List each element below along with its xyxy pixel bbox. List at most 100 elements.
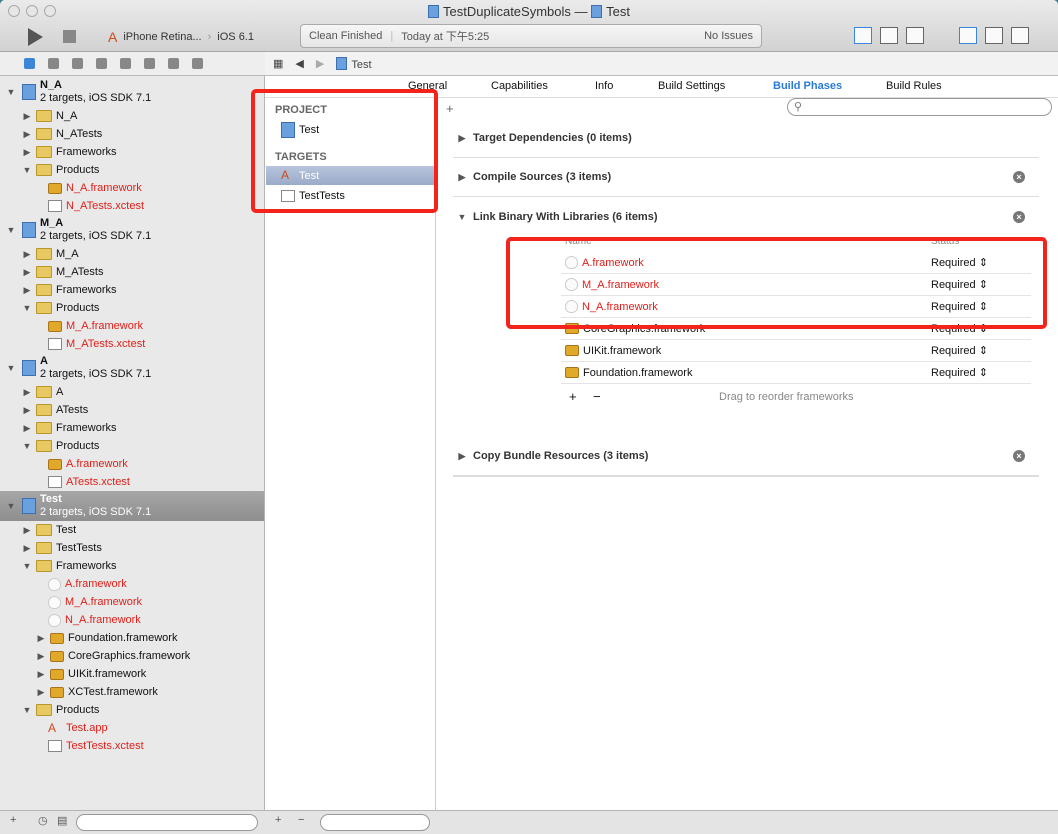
navigator-item[interactable]: ▶ M_ATests <box>0 263 264 281</box>
tab-general[interactable]: General <box>408 80 447 92</box>
disclosure-triangle-open-icon[interactable]: ▼ <box>22 303 32 313</box>
target-item[interactable]: TestTests <box>266 186 434 205</box>
disclosure-triangle-closed-icon[interactable]: ▶ <box>36 687 46 698</box>
disclosure-triangle-open-icon[interactable]: ▼ <box>22 705 32 715</box>
disclosure-triangle-open-icon[interactable]: ▼ <box>6 87 16 97</box>
disclosure-triangle-closed-icon[interactable]: ▶ <box>457 172 467 183</box>
navigator-item[interactable]: ▶ UIKit.framework <box>0 665 264 683</box>
remove-target-button[interactable]: − <box>298 814 304 826</box>
search-field[interactable]: ⚲ <box>787 98 1052 116</box>
navigator-item[interactable]: N_ATests.xctest <box>0 197 264 215</box>
issues-label[interactable]: No Issues <box>704 30 753 42</box>
breakpoint-navigator-icon[interactable] <box>168 58 179 69</box>
disclosure-triangle-open-icon[interactable]: ▼ <box>6 501 16 511</box>
navigator-item[interactable]: N_A.framework <box>0 611 264 629</box>
navigator-item[interactable]: ▶ Frameworks <box>0 143 264 161</box>
build-phase-section[interactable]: ▶ Compile Sources (3 items) × <box>453 158 1039 197</box>
status-popup[interactable]: Required ⇕ <box>931 366 988 379</box>
library-row[interactable]: CoreGraphics.framework Required ⇕ <box>561 318 1031 340</box>
navigator-toggle-icon[interactable] <box>959 27 977 44</box>
project-group-a[interactable]: ▼ A 2 targets, iOS SDK 7.1 <box>0 353 264 383</box>
remove-phase-icon[interactable]: × <box>1013 210 1025 223</box>
project-navigator-icon[interactable] <box>24 58 35 69</box>
navigator-item[interactable]: A Test.app <box>0 719 264 737</box>
disclosure-triangle-closed-icon[interactable]: ▶ <box>36 669 46 680</box>
navigator-item[interactable]: ▶ ATests <box>0 401 264 419</box>
status-popup[interactable]: Required ⇕ <box>931 300 988 313</box>
scheme-selector[interactable]: AiPhone Retina... › iOS 6.1 <box>108 29 254 45</box>
debug-toggle-icon[interactable] <box>985 27 1003 44</box>
navigator-filter-field[interactable] <box>76 814 258 831</box>
remove-phase-icon[interactable]: × <box>1013 171 1025 183</box>
library-row[interactable]: M_A.framework Required ⇕ <box>561 274 1031 296</box>
remove-phase-icon[interactable]: × <box>1013 450 1025 462</box>
disclosure-triangle-closed-icon[interactable]: ▶ <box>22 129 32 140</box>
build-phase-section[interactable]: ▶ Copy Bundle Resources (3 items) × <box>453 437 1039 476</box>
back-icon[interactable]: ◀ <box>295 57 303 70</box>
library-row[interactable]: Foundation.framework Required ⇕ <box>561 362 1031 384</box>
target-item[interactable]: A Test <box>266 166 434 185</box>
disclosure-triangle-closed-icon[interactable]: ▶ <box>36 633 46 644</box>
project-group-test[interactable]: ▼ Test 2 targets, iOS SDK 7.1 <box>0 491 264 521</box>
disclosure-triangle-closed-icon[interactable]: ▶ <box>457 451 467 462</box>
disclosure-triangle-open-icon[interactable]: ▼ <box>457 212 467 222</box>
project-group-m_a[interactable]: ▼ M_A 2 targets, iOS SDK 7.1 <box>0 215 264 245</box>
disclosure-triangle-closed-icon[interactable]: ▶ <box>22 525 32 536</box>
run-button[interactable] <box>28 28 43 46</box>
navigator-item[interactable]: ▼ Frameworks <box>0 557 264 575</box>
tab-build-phases[interactable]: Build Phases <box>773 80 842 92</box>
navigator-item[interactable]: ▶ Frameworks <box>0 281 264 299</box>
scm-filter-icon[interactable]: ▤ <box>57 814 67 827</box>
column-header-name[interactable]: Name <box>565 236 592 248</box>
disclosure-triangle-open-icon[interactable]: ▼ <box>22 441 32 451</box>
symbol-navigator-icon[interactable] <box>48 58 59 69</box>
tab-build-settings[interactable]: Build Settings <box>658 80 725 92</box>
disclosure-triangle-closed-icon[interactable]: ▶ <box>22 405 32 416</box>
navigator-item[interactable]: ▶ N_ATests <box>0 125 264 143</box>
navigator-item[interactable]: ▶ TestTests <box>0 539 264 557</box>
disclosure-triangle-closed-icon[interactable]: ▶ <box>22 249 32 260</box>
navigator-item[interactable]: ▶ Frameworks <box>0 419 264 437</box>
navigator-item[interactable]: ▶ Test <box>0 521 264 539</box>
navigator-item[interactable]: ▼ Products <box>0 701 264 719</box>
standard-editor-icon[interactable] <box>854 27 872 44</box>
disclosure-triangle-closed-icon[interactable]: ▶ <box>22 147 32 158</box>
tab-capabilities[interactable]: Capabilities <box>491 80 548 92</box>
navigator-item[interactable]: A.framework <box>0 575 264 593</box>
add-build-phase-button[interactable]: + <box>446 101 454 116</box>
build-phase-section[interactable]: ▼ Link Binary With Libraries (6 items) × <box>453 197 1039 236</box>
disclosure-triangle-closed-icon[interactable]: ▶ <box>22 387 32 398</box>
navigator-item[interactable]: ▼ Products <box>0 437 264 455</box>
navigator-item[interactable]: ▶ CoreGraphics.framework <box>0 647 264 665</box>
status-popup[interactable]: Required ⇕ <box>931 256 988 269</box>
library-row[interactable]: A.framework Required ⇕ <box>561 252 1031 274</box>
add-file-button[interactable]: + <box>10 814 16 826</box>
navigator-item[interactable]: TestTests.xctest <box>0 737 264 755</box>
remove-library-button[interactable]: − <box>593 389 601 404</box>
disclosure-triangle-open-icon[interactable]: ▼ <box>22 561 32 571</box>
disclosure-triangle-closed-icon[interactable]: ▶ <box>22 423 32 434</box>
search-navigator-icon[interactable] <box>72 58 83 69</box>
disclosure-triangle-closed-icon[interactable]: ▶ <box>22 111 32 122</box>
tab-build-rules[interactable]: Build Rules <box>886 80 942 92</box>
version-editor-icon[interactable] <box>906 27 924 44</box>
navigator-item[interactable]: ▶ Foundation.framework <box>0 629 264 647</box>
navigator-item[interactable]: ATests.xctest <box>0 473 264 491</box>
navigator-item[interactable]: ▶ M_A <box>0 245 264 263</box>
utilities-toggle-icon[interactable] <box>1011 27 1029 44</box>
column-header-status[interactable]: Status <box>931 236 959 248</box>
library-row[interactable]: N_A.framework Required ⇕ <box>561 296 1031 318</box>
disclosure-triangle-open-icon[interactable]: ▼ <box>6 363 16 373</box>
related-items-icon[interactable]: ▦ <box>273 57 283 70</box>
disclosure-triangle-open-icon[interactable]: ▼ <box>6 225 16 235</box>
log-navigator-icon[interactable] <box>192 58 203 69</box>
status-popup[interactable]: Required ⇕ <box>931 278 988 291</box>
assistant-editor-icon[interactable] <box>880 27 898 44</box>
disclosure-triangle-closed-icon[interactable]: ▶ <box>22 285 32 296</box>
disclosure-triangle-closed-icon[interactable]: ▶ <box>457 133 467 144</box>
add-library-button[interactable]: + <box>569 389 577 404</box>
breadcrumb[interactable]: Test <box>336 56 372 71</box>
disclosure-triangle-closed-icon[interactable]: ▶ <box>22 267 32 278</box>
targets-filter-field[interactable] <box>320 814 430 831</box>
debug-navigator-icon[interactable] <box>144 58 155 69</box>
